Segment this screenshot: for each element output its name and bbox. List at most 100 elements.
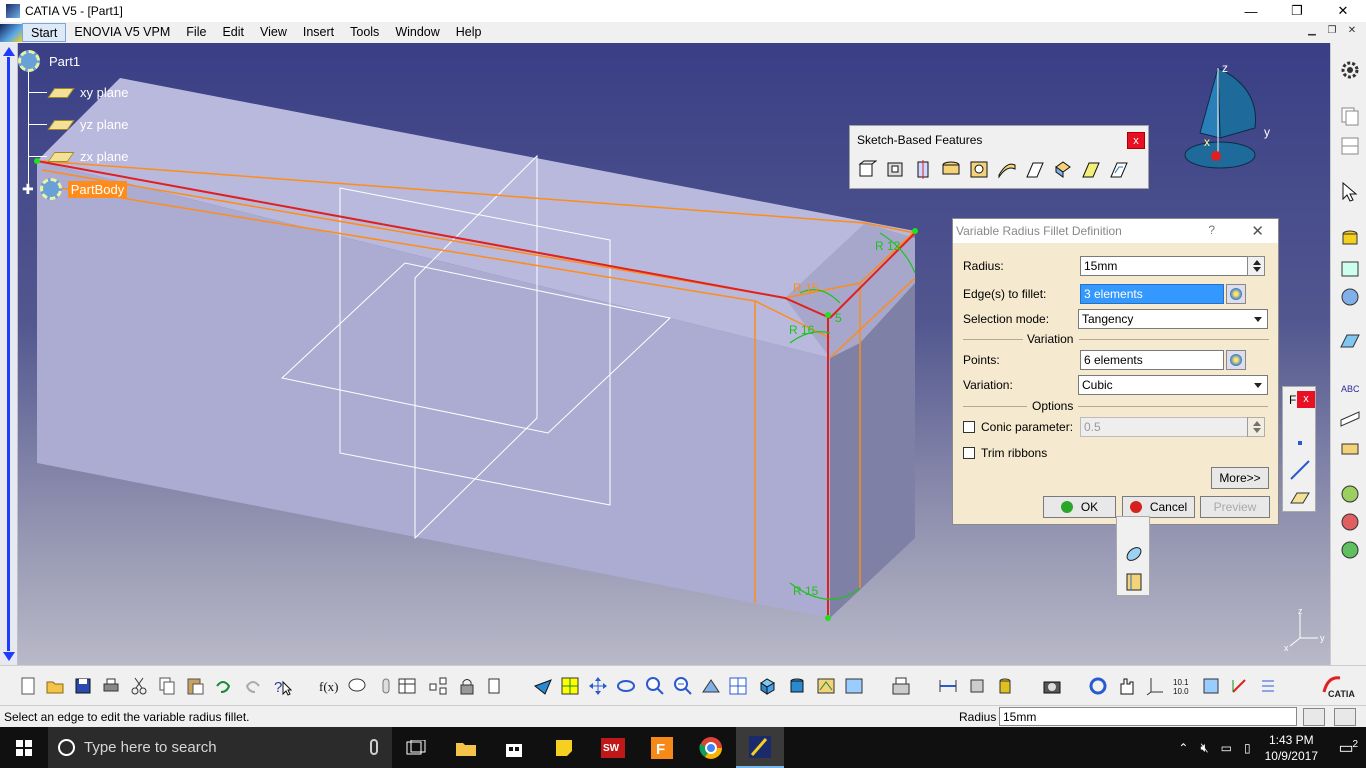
close-button[interactable]: ✕ [1320,0,1366,22]
tree-node-zx-plane[interactable]: zx plane [29,148,131,165]
taskbar-chrome[interactable] [687,727,735,768]
copy-icon[interactable] [1339,105,1361,127]
redo-icon[interactable] [243,676,263,696]
design-table-icon[interactable] [376,676,396,696]
pocket-icon[interactable] [883,157,907,181]
ok-button[interactable]: OK [1043,496,1116,518]
menu-file[interactable]: File [178,23,214,42]
catalog-icon[interactable] [891,676,911,696]
annotation-abc-icon[interactable]: ABC [1339,378,1361,400]
dialog-title-bar[interactable]: Variable Radius Fillet Definition ? ✕ [953,219,1278,243]
normal-view-icon[interactable] [701,676,721,696]
chevron-down-icon[interactable] [1251,312,1265,326]
pad-icon[interactable] [855,157,879,181]
tree-node-yz-plane[interactable]: yz plane [29,116,131,133]
taskbar-fusion[interactable]: F [638,727,686,768]
dialog-help-button[interactable]: ? [1208,223,1215,237]
copy-icon[interactable] [157,676,177,696]
radius-spinner[interactable] [1247,256,1265,276]
pan-icon[interactable] [588,676,608,696]
taskbar-clock[interactable]: 1:43 PM 10/9/2017 [1265,732,1318,764]
toolbar-title[interactable]: Sketch-Based Features [850,126,1148,154]
axis-system-icon[interactable] [1145,676,1165,696]
undo-icon[interactable] [213,676,233,696]
chevron-down-icon[interactable] [1251,378,1265,392]
rotate-icon[interactable] [616,676,636,696]
line-icon[interactable] [1289,459,1311,481]
scroll-down-arrow-icon[interactable] [3,652,15,661]
points-field[interactable]: 6 elements [1080,350,1224,370]
menu-start[interactable]: Start [22,23,67,42]
network-icon[interactable]: ▭ [1221,741,1232,755]
pattern-icon[interactable] [1339,539,1361,561]
print-icon[interactable] [101,676,121,696]
expand-plus-icon[interactable]: ✚ [22,181,34,198]
compass-icon[interactable]: z y x [1180,58,1280,183]
catia-logo-icon[interactable] [0,23,22,42]
whats-this-icon[interactable]: ? [272,676,292,696]
chamfer-icon[interactable] [1123,543,1145,565]
taskbar-sticky-notes[interactable] [540,727,588,768]
measure-between-icon[interactable] [938,676,958,696]
toolbar-close-button[interactable]: x [1127,132,1145,149]
selection-mode-select[interactable]: Tangency [1078,309,1268,329]
dialog-close-button[interactable]: ✕ [1251,222,1264,240]
tree-node-xy-plane[interactable]: xy plane [29,84,131,101]
units-icon[interactable]: 10.110.0 [1172,676,1192,696]
boolean-icon[interactable] [1339,483,1361,505]
taskbar-catia[interactable] [736,727,784,768]
shaft-icon[interactable] [911,157,935,181]
notifications-button[interactable]: ▭ 2 [1326,727,1366,768]
mdi-minimize-button[interactable]: ▁ [1304,24,1320,38]
taskbar-solidworks[interactable]: SW [589,727,637,768]
tree-label-partbody[interactable]: PartBody [67,180,128,198]
edges-selector-button[interactable] [1226,284,1246,304]
surface-icon[interactable] [1339,331,1361,353]
reference-elements-toolbar[interactable]: F x [1282,386,1316,512]
menu-tools[interactable]: Tools [342,23,387,42]
lock-icon[interactable] [457,676,477,696]
power-input-button[interactable] [1303,708,1325,726]
measure-icon[interactable] [1339,408,1361,430]
tree-node-part1[interactable]: Part1 [18,50,83,72]
camera-icon[interactable] [1042,676,1062,696]
stiffener-icon[interactable] [1051,157,1075,181]
measure-inertia-icon[interactable] [995,676,1015,696]
analysis-icon[interactable] [1339,286,1361,308]
scroll-track[interactable] [7,57,10,651]
cylinder-icon[interactable] [1339,228,1361,250]
minimize-button[interactable]: — [1228,0,1274,22]
menu-view[interactable]: View [252,23,295,42]
conic-parameter-input[interactable]: 0.5 [1080,417,1248,437]
dress-up-features-toolbar[interactable] [1116,516,1150,596]
more-button[interactable]: More>> [1211,467,1269,489]
list-icon[interactable] [1258,676,1278,696]
vertical-scrollbar[interactable] [0,43,18,665]
multi-view-icon[interactable] [728,676,748,696]
action-center-icon[interactable]: ▯ [1244,741,1251,755]
tree-node-partbody[interactable]: ✚ PartBody [22,178,128,200]
taskbar-search[interactable]: Type here to search [48,727,392,768]
table-icon[interactable] [397,676,417,696]
tree-label-part1[interactable]: Part1 [46,53,83,70]
formula-icon[interactable]: f(x) [318,676,338,696]
conic-parameter-checkbox[interactable] [963,421,975,433]
preview-button[interactable]: Preview [1200,496,1270,518]
constraint-icon[interactable] [1339,258,1361,280]
hole-icon[interactable] [967,157,991,181]
menu-insert[interactable]: Insert [295,23,342,42]
slot-icon[interactable] [1023,157,1047,181]
radius-input[interactable]: 15mm [1080,256,1248,276]
save-icon[interactable] [73,676,93,696]
knowledge-icon[interactable] [428,676,448,696]
volume-muted-icon[interactable]: 🔇︎ [1200,740,1208,756]
small-toolbar-close-button[interactable]: x [1297,391,1315,408]
maximize-button[interactable]: ❐ [1274,0,1320,22]
command-input-button[interactable] [1334,708,1356,726]
cancel-button[interactable]: Cancel [1122,496,1195,518]
mdi-close-button[interactable]: ✕ [1344,24,1360,38]
grid-icon[interactable] [1339,135,1361,157]
points-selector-button[interactable] [1226,350,1246,370]
point-icon[interactable] [1298,441,1302,445]
microphone-icon[interactable] [370,739,378,755]
